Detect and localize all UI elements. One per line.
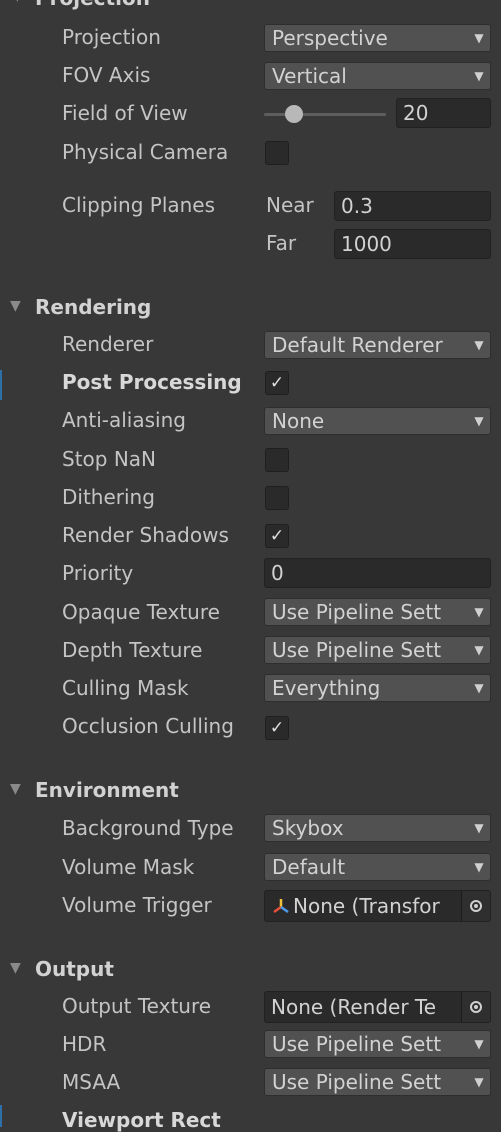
- clipping-planes-label: Clipping Planes: [62, 193, 216, 217]
- occlusion-culling-checkbox[interactable]: ✓: [265, 716, 289, 740]
- caret-down-icon: ▼: [474, 605, 484, 619]
- fov-slider-thumb[interactable]: [285, 105, 304, 123]
- depth-texture-label: Depth Texture: [62, 638, 203, 662]
- dithering-label: Dithering: [62, 485, 155, 509]
- object-picker-icon[interactable]: [461, 992, 490, 1022]
- render-shadows-label: Render Shadows: [62, 523, 229, 547]
- caret-down-icon: ▼: [474, 1075, 484, 1089]
- near-input[interactable]: 0.3: [334, 191, 491, 221]
- fov-axis-dropdown[interactable]: Vertical ▼: [264, 62, 491, 90]
- msaa-label: MSAA: [62, 1070, 121, 1094]
- priority-input[interactable]: 0: [264, 558, 491, 588]
- background-type-label: Background Type: [62, 816, 234, 840]
- physical-camera-checkbox[interactable]: [265, 141, 289, 165]
- depth-texture-dropdown[interactable]: Use Pipeline Sett ▼: [264, 636, 491, 664]
- caret-down-icon: ▼: [474, 31, 484, 45]
- anti-aliasing-label: Anti-aliasing: [62, 408, 186, 432]
- section-title-environment[interactable]: Environment: [35, 778, 179, 802]
- caret-down-icon: ▼: [474, 860, 484, 874]
- renderer-dropdown[interactable]: Default Renderer ▼: [264, 331, 491, 359]
- checkmark-icon: ✓: [269, 717, 285, 738]
- volume-trigger-field[interactable]: None (Transfor: [264, 890, 491, 922]
- projection-dropdown[interactable]: Perspective ▼: [264, 24, 491, 52]
- object-picker-icon[interactable]: [461, 891, 490, 921]
- caret-down-icon: ▼: [474, 338, 484, 352]
- culling-mask-dropdown[interactable]: Everything ▼: [264, 674, 491, 702]
- foldout-arrow-icon[interactable]: ▼: [10, 960, 21, 976]
- caret-down-icon: ▼: [474, 69, 484, 83]
- hdr-dropdown[interactable]: Use Pipeline Sett ▼: [264, 1030, 491, 1058]
- fov-slider-track[interactable]: [264, 113, 386, 116]
- field-of-view-input[interactable]: 20: [396, 98, 491, 128]
- caret-down-icon: ▼: [474, 1037, 484, 1051]
- volume-mask-dropdown[interactable]: Default ▼: [264, 853, 491, 881]
- far-label: Far: [266, 231, 297, 255]
- stop-nan-checkbox[interactable]: [265, 448, 289, 472]
- foldout-arrow-icon[interactable]: ▼: [10, 781, 21, 797]
- modified-indicator: [0, 370, 2, 400]
- dithering-checkbox[interactable]: [265, 486, 289, 510]
- output-texture-label: Output Texture: [62, 994, 212, 1018]
- physical-camera-label: Physical Camera: [62, 140, 229, 164]
- projection-label: Projection: [62, 25, 161, 49]
- occlusion-culling-label: Occlusion Culling: [62, 714, 234, 738]
- renderer-label: Renderer: [62, 332, 154, 356]
- opaque-texture-dropdown[interactable]: Use Pipeline Sett ▼: [264, 598, 491, 626]
- culling-mask-label: Culling Mask: [62, 676, 189, 700]
- field-of-view-label: Field of View: [62, 101, 188, 125]
- opaque-texture-label: Opaque Texture: [62, 600, 220, 624]
- modified-indicator: [0, 1105, 2, 1127]
- checkmark-icon: ✓: [269, 525, 285, 546]
- post-processing-checkbox[interactable]: ✓: [265, 371, 289, 395]
- far-input[interactable]: 1000: [334, 229, 491, 259]
- caret-down-icon: ▼: [474, 414, 484, 428]
- hdr-label: HDR: [62, 1032, 107, 1056]
- section-title-rendering[interactable]: Rendering: [35, 295, 151, 319]
- fov-axis-label: FOV Axis: [62, 63, 151, 87]
- msaa-dropdown[interactable]: Use Pipeline Sett ▼: [264, 1068, 491, 1096]
- foldout-arrow-icon[interactable]: ▼: [10, 298, 21, 314]
- stop-nan-label: Stop NaN: [62, 447, 157, 471]
- caret-down-icon: ▼: [474, 821, 484, 835]
- foldout-arrow-icon[interactable]: ▼: [12, 0, 23, 4]
- priority-label: Priority: [62, 561, 134, 585]
- output-texture-field[interactable]: None (Render Te: [264, 991, 491, 1023]
- checkmark-icon: ✓: [269, 372, 285, 393]
- section-title-output[interactable]: Output: [35, 957, 114, 981]
- volume-trigger-label: Volume Trigger: [62, 893, 212, 917]
- viewport-rect-label: Viewport Rect: [62, 1108, 221, 1132]
- section-title-projection[interactable]: Projection: [35, 0, 150, 10]
- background-type-dropdown[interactable]: Skybox ▼: [264, 814, 491, 842]
- transform-icon: [273, 899, 289, 914]
- volume-mask-label: Volume Mask: [62, 855, 195, 879]
- caret-down-icon: ▼: [474, 681, 484, 695]
- render-shadows-checkbox[interactable]: ✓: [265, 524, 289, 548]
- near-label: Near: [266, 193, 314, 217]
- anti-aliasing-dropdown[interactable]: None ▼: [264, 407, 491, 435]
- post-processing-label: Post Processing: [62, 370, 242, 394]
- caret-down-icon: ▼: [474, 643, 484, 657]
